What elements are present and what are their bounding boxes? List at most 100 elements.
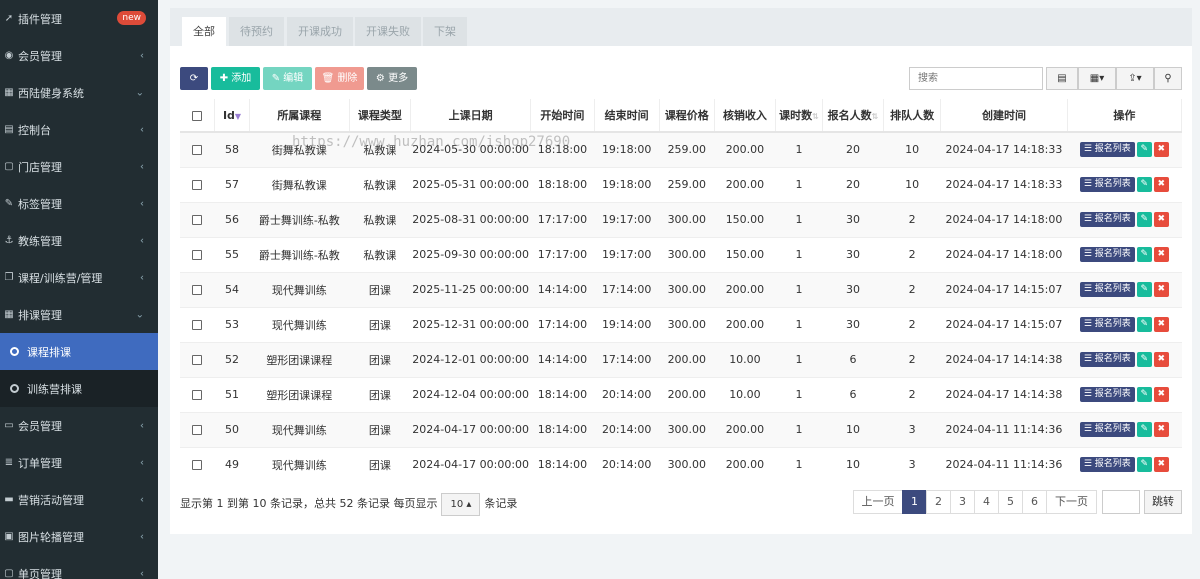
row-checkbox[interactable] [180,376,215,412]
cell-income: 150.00 [714,236,776,272]
jump-page-input[interactable] [1102,490,1140,514]
tab-offline[interactable]: 下架 [423,17,467,46]
cell-signups: 30 [822,236,884,272]
page-3-button[interactable]: 3 [950,490,975,514]
signup-list-button[interactable]: ☰ 报名列表 [1079,317,1135,332]
toggle-view-button[interactable]: ▤ [1046,67,1078,90]
signup-list-button[interactable]: ☰ 报名列表 [1079,177,1135,192]
col-start-time: 开始时间 [530,99,595,133]
row-edit-button[interactable]: ✎ [1136,247,1152,262]
cell-income: 150.00 [714,201,776,237]
row-delete-button[interactable]: ✖ [1153,247,1169,262]
cell-course: 现代舞训练 [249,446,350,482]
row-checkbox[interactable] [180,341,215,377]
row-checkbox[interactable] [180,411,215,447]
sidebar-item-3[interactable]: ▤ 控制台 ‹ [0,111,158,148]
sidebar-item-8[interactable]: ▦ 排课管理 ⌄ [0,296,158,333]
search-input[interactable] [909,67,1043,90]
page-2-button[interactable]: 2 [926,490,951,514]
cell-signups: 20 [822,166,884,202]
sidebar-item-6[interactable]: ⚓ 教练管理 ‹ [0,222,158,259]
signup-list-button[interactable]: ☰ 报名列表 [1079,457,1135,473]
signup-list-button[interactable]: ☰ 报名列表 [1079,422,1135,437]
signup-list-button[interactable]: ☰ 报名列表 [1079,142,1135,158]
delete-button[interactable]: 🗑 删除 [315,67,364,90]
sidebar-item-2[interactable]: ▦ 西陆健身系统 ⌄ [0,74,158,111]
signup-list-button[interactable]: ☰ 报名列表 [1079,352,1135,367]
sidebar-item-9[interactable]: 课程排课 [0,333,158,370]
sidebar-item-1[interactable]: ◉ 会员管理 ‹ [0,37,158,74]
page-6-button[interactable]: 6 [1022,490,1047,514]
row-checkbox[interactable] [180,236,215,272]
row-edit-button[interactable]: ✎ [1136,422,1152,437]
page-size-select[interactable]: 10 ▴ [441,492,481,516]
refresh-button[interactable]: ⟳ [180,67,208,90]
signup-list-button[interactable]: ☰ 报名列表 [1079,247,1135,262]
row-delete-button[interactable]: ✖ [1153,317,1169,332]
sidebar-item-4[interactable]: ▢ 门店管理 ‹ [0,148,158,185]
row-delete-button[interactable]: ✖ [1153,212,1169,227]
next-page-button[interactable]: 下一页 [1046,490,1097,514]
signup-list-button[interactable]: ☰ 报名列表 [1079,387,1135,402]
tab-all[interactable]: 全部 [182,17,226,46]
col-signups[interactable]: 报名人数⇅ [822,99,885,133]
sidebar-item-11[interactable]: ▭ 会员管理 ‹ [0,407,158,444]
row-edit-button[interactable]: ✎ [1136,317,1152,332]
sidebar-item-13[interactable]: ▬ 营销活动管理 ‹ [0,481,158,518]
row-edit-button[interactable]: ✎ [1136,352,1152,367]
sidebar-item-14[interactable]: ▣ 图片轮播管理 ‹ [0,518,158,555]
sidebar-item-15[interactable]: ▢ 单页管理 ‹ [0,555,158,579]
sidebar-item-12[interactable]: ≣ 订单管理 ‹ [0,444,158,481]
list-icon: ☰ [1083,284,1095,294]
more-button[interactable]: ⚙ 更多 [367,67,417,90]
row-delete-button[interactable]: ✖ [1153,352,1169,367]
sidebar-item-5[interactable]: ✎ 标签管理 ‹ [0,185,158,222]
edit-button[interactable]: ✎ 编辑 [263,67,312,90]
tab-success[interactable]: 开课成功 [287,17,353,46]
export-button[interactable]: ⇪▾ [1116,67,1154,90]
chevron-left-icon: ‹ [140,568,144,579]
col-lessons[interactable]: 课时数⇅ [775,99,823,133]
sidebar-item-10[interactable]: 训练营排课 [0,370,158,407]
jump-button[interactable]: 跳转 [1144,490,1182,514]
row-checkbox[interactable] [180,201,215,237]
trash-icon: ✖ [1157,214,1166,224]
chevron-left-icon: ‹ [140,198,144,209]
signup-list-button[interactable]: ☰ 报名列表 [1079,212,1135,227]
row-edit-button[interactable]: ✎ [1136,282,1152,297]
row-edit-button[interactable]: ✎ [1136,212,1152,227]
row-delete-button[interactable]: ✖ [1153,177,1169,192]
col-id[interactable]: Id▼ [214,99,250,133]
page-1-button[interactable]: 1 [902,490,927,514]
select-all-checkbox[interactable] [180,99,216,133]
row-delete-button[interactable]: ✖ [1153,387,1169,402]
tab-failed[interactable]: 开课失败 [355,17,421,46]
signup-list-label: 报名列表 [1094,459,1131,470]
row-checkbox[interactable] [180,271,215,307]
sidebar-item-0[interactable]: ➚ 插件管理 new [0,0,158,37]
signup-list-button[interactable]: ☰ 报名列表 [1079,282,1135,297]
row-edit-button[interactable]: ✎ [1136,457,1152,473]
prev-page-button[interactable]: 上一页 [853,490,903,514]
row-delete-button[interactable]: ✖ [1153,422,1169,437]
row-checkbox[interactable] [180,306,215,342]
add-button[interactable]: ✚ 添加 [211,67,260,90]
row-edit-button[interactable]: ✎ [1136,177,1152,192]
row-delete-button[interactable]: ✖ [1153,282,1169,297]
page-5-button[interactable]: 5 [998,490,1023,514]
row-delete-button[interactable]: ✖ [1153,142,1169,158]
pencil-icon: ✎ [271,73,284,84]
page-4-button[interactable]: 4 [974,490,999,514]
cell-id: 54 [214,271,250,307]
row-edit-button[interactable]: ✎ [1136,387,1152,402]
row-checkbox[interactable] [180,166,215,202]
row-checkbox[interactable] [180,446,215,482]
row-delete-button[interactable]: ✖ [1153,457,1169,473]
tab-pending[interactable]: 待预约 [229,17,284,46]
row-edit-button[interactable]: ✎ [1136,142,1152,158]
sidebar-item-label: 门店管理 [18,160,62,174]
search-button[interactable]: ⚲ [1154,67,1182,90]
sidebar-item-7[interactable]: ❐ 课程/训练营/管理 ‹ [0,259,158,296]
row-checkbox[interactable] [180,131,215,167]
columns-button[interactable]: ▦▾ [1078,67,1116,90]
